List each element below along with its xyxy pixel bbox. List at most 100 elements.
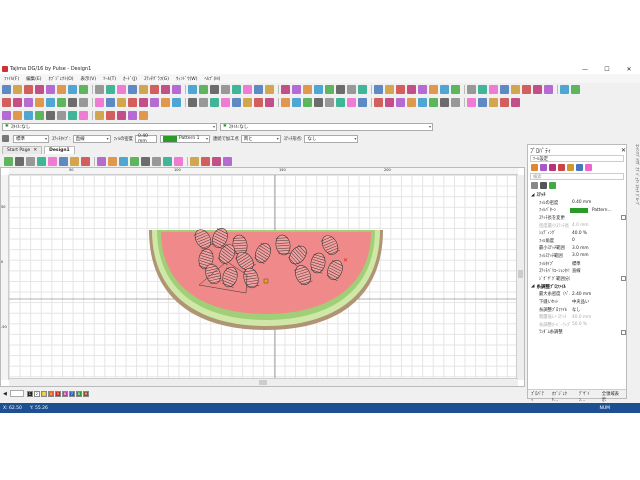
tab-design1[interactable]: Design1 bbox=[44, 146, 75, 154]
menu-item[interactable]: ﾍﾙﾌﾟ(H) bbox=[204, 76, 220, 82]
watermelon-design[interactable]: ✕ bbox=[9, 175, 518, 380]
pattern-combo[interactable]: Pattern 1 ▾ bbox=[159, 134, 210, 143]
toolbar-tool-icon[interactable] bbox=[281, 98, 290, 107]
toolbar-tool-icon[interactable] bbox=[347, 98, 356, 107]
toolbar-tool-icon[interactable] bbox=[210, 98, 219, 107]
property-row[interactable]: ﾌｨﾙｽﾃｯﾁ範囲 3.0 mm bbox=[528, 252, 626, 260]
scroll-thumb[interactable] bbox=[518, 270, 523, 278]
toolbar-tool-icon[interactable] bbox=[325, 85, 334, 94]
toolbar-tool-icon[interactable] bbox=[199, 98, 208, 107]
toolbar-tool-icon[interactable] bbox=[128, 98, 137, 107]
toolbar-tool-icon[interactable] bbox=[150, 98, 159, 107]
panel-tool-icon[interactable] bbox=[576, 164, 583, 171]
toolbar-tool-icon[interactable] bbox=[68, 85, 77, 94]
property-row[interactable]: 階層低い-ｽﾃｯﾁ 40.0 mm bbox=[528, 313, 626, 321]
property-row[interactable]: 最大糸密度（ﾍﾟ... 2.40 mm bbox=[528, 291, 626, 299]
toolbar-tool-icon[interactable] bbox=[97, 156, 106, 166]
close-button[interactable]: ✕ bbox=[618, 64, 640, 74]
toolbar-tool-icon[interactable] bbox=[347, 85, 356, 94]
toolbar-tool-icon[interactable] bbox=[314, 85, 323, 94]
toolbar-tool-icon[interactable] bbox=[303, 98, 312, 107]
toolbar-tool-icon[interactable] bbox=[48, 156, 57, 166]
menu-item[interactable]: ｳｨﾝﾄﾞｳ(W) bbox=[176, 76, 197, 82]
toolbar-tool-icon[interactable] bbox=[139, 85, 148, 94]
property-row[interactable]: 下縫いｾｯﾄ 中央品い bbox=[528, 298, 626, 306]
checkbox[interactable] bbox=[621, 276, 626, 282]
toolbar-tool-icon[interactable] bbox=[2, 98, 11, 107]
toolbar-tool-icon[interactable] bbox=[68, 111, 77, 120]
panel-tool-icon[interactable] bbox=[531, 182, 538, 189]
property-row[interactable]: ｼｮﾃﾞｨﾝｸﾞ 40.0 % bbox=[528, 229, 626, 237]
toolbar-tool-icon[interactable] bbox=[4, 156, 13, 166]
toolbar-tool-icon[interactable] bbox=[314, 98, 323, 107]
toolbar-tool-icon[interactable] bbox=[500, 98, 509, 107]
color-swatch[interactable]: 1 bbox=[26, 390, 33, 397]
panel-bottom-tab[interactable]: ｵﾌﾞｼﾞｪｸﾄ... bbox=[549, 390, 576, 403]
toolbar-tool-icon[interactable] bbox=[2, 111, 11, 120]
toolbar-tool-icon[interactable] bbox=[2, 85, 11, 94]
toolbar-tool-icon[interactable] bbox=[70, 156, 79, 166]
toolbar-tool-icon[interactable] bbox=[303, 85, 312, 94]
color-swatch[interactable]: 2 bbox=[33, 390, 40, 397]
menu-item[interactable]: ｶｰﾄﾞ(J) bbox=[123, 76, 137, 82]
toolbar-tool-icon[interactable] bbox=[141, 156, 150, 166]
toolbar-tool-icon[interactable] bbox=[358, 98, 367, 107]
toolbar-tool-icon[interactable] bbox=[243, 85, 252, 94]
close-icon[interactable]: ✕ bbox=[33, 148, 37, 153]
panel-tool-icon[interactable] bbox=[585, 164, 592, 171]
toolbar-tool-icon[interactable] bbox=[478, 85, 487, 94]
right-side-tabs[interactable]: ｺﾝﾃﾝﾂﾌﾞﾗｳｻﾞ ｵﾌﾞｼﾞｪｸﾄ ｽﾃｯﾁ ｸﾞﾙｰﾌﾟ bbox=[628, 144, 640, 224]
toolbar-tool-icon[interactable] bbox=[232, 85, 241, 94]
rotate-combo[interactable]: 両と ▾ bbox=[240, 134, 281, 143]
toolbar-tool-icon[interactable] bbox=[95, 98, 104, 107]
panel-bottom-tab[interactable]: ﾃﾞｻﾞｲﾝ... bbox=[576, 390, 599, 403]
toolbar-tool-icon[interactable] bbox=[418, 98, 427, 107]
toolbar-tool-icon[interactable] bbox=[221, 85, 230, 94]
toolbar-tool-icon[interactable] bbox=[467, 85, 476, 94]
toolbar-tool-icon[interactable] bbox=[128, 111, 137, 120]
end-point-icon[interactable]: ✕ bbox=[343, 257, 348, 264]
toolbar-tool-icon[interactable] bbox=[117, 111, 126, 120]
toolbar-tool-icon[interactable] bbox=[396, 98, 405, 107]
toolbar-tool-icon[interactable] bbox=[265, 98, 274, 107]
toolbar-tool-icon[interactable] bbox=[190, 156, 199, 166]
toolbar-tool-icon[interactable] bbox=[106, 98, 115, 107]
property-row[interactable]: ｼﾞｸﾞｻﾞｸﾞ範囲分割... bbox=[528, 275, 626, 283]
color-swatch[interactable]: 4 bbox=[47, 390, 54, 397]
toolbar-tool-icon[interactable] bbox=[108, 156, 117, 166]
toolbar-tool-icon[interactable] bbox=[281, 85, 290, 94]
toolbar-tool-icon[interactable] bbox=[500, 85, 509, 94]
property-row[interactable]: 最小ｽﾃｯﾁ範囲 3.0 mm bbox=[528, 245, 626, 253]
toolbar-tool-icon[interactable] bbox=[57, 85, 66, 94]
checkbox[interactable] bbox=[621, 329, 626, 335]
panel-close-icon[interactable]: ✕ bbox=[621, 147, 626, 154]
toolbar-tool-icon[interactable] bbox=[385, 85, 394, 94]
toolbar-tool-icon[interactable] bbox=[440, 98, 449, 107]
toolbar-tool-icon[interactable] bbox=[440, 85, 449, 94]
toolbar-tool-icon[interactable] bbox=[429, 85, 438, 94]
toolbar-tool-icon[interactable] bbox=[130, 156, 139, 166]
toolbar-tool-icon[interactable] bbox=[407, 85, 416, 94]
toolbar-tool-icon[interactable] bbox=[336, 85, 345, 94]
property-row[interactable]: 糸調整ｵｰﾊﾞｰﾗｯﾌﾟ 50.0 % bbox=[528, 321, 626, 329]
toolbar-tool-icon[interactable] bbox=[254, 98, 263, 107]
toolbar-tool-icon[interactable] bbox=[292, 85, 301, 94]
tab-start-page[interactable]: Start Page ✕ bbox=[2, 146, 43, 154]
style-combo-2[interactable]: ✱ ｽﾀｲﾙ:なし ▾ bbox=[220, 122, 433, 131]
minimize-button[interactable]: — bbox=[574, 64, 596, 74]
toolbar-tool-icon[interactable] bbox=[478, 98, 487, 107]
toolbar-tool-icon[interactable] bbox=[571, 85, 580, 94]
toolbar-tool-icon[interactable] bbox=[396, 85, 405, 94]
toolbar-tool-icon[interactable] bbox=[544, 85, 553, 94]
toolbar-tool-icon[interactable] bbox=[533, 85, 542, 94]
toolbar-tool-icon[interactable] bbox=[13, 111, 22, 120]
toolbar-tool-icon[interactable] bbox=[24, 98, 33, 107]
horizontal-scrollbar[interactable] bbox=[9, 378, 518, 386]
toolbar-tool-icon[interactable] bbox=[117, 85, 126, 94]
toolbar-tool-icon[interactable] bbox=[418, 85, 427, 94]
property-row[interactable]: ﾌｨﾙﾀｲﾌﾟ 標準 bbox=[528, 260, 626, 268]
toolbar-tool-icon[interactable] bbox=[59, 156, 68, 166]
panel-search-input[interactable]: 検索 bbox=[530, 173, 624, 180]
property-row[interactable]: ﾌｨﾙﾊﾟﾀｰﾝ Pattern... bbox=[528, 207, 626, 215]
toolbar-tool-icon[interactable] bbox=[128, 85, 137, 94]
